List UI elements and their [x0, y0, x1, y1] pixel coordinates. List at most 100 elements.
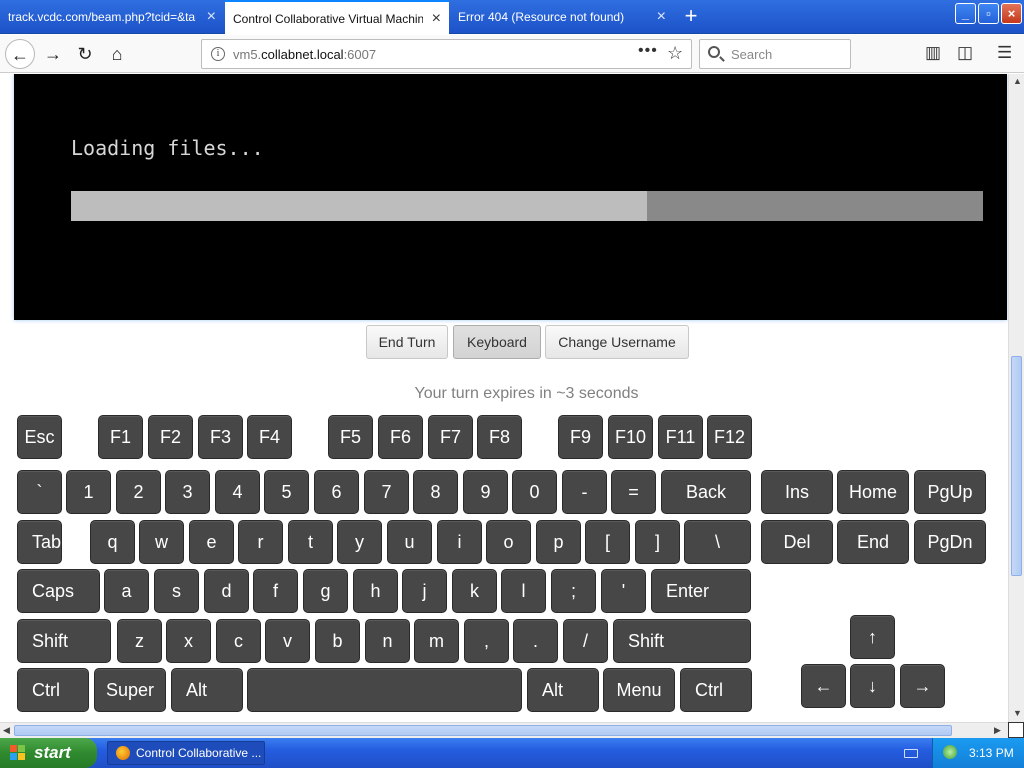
key-1[interactable]: 1 — [66, 470, 111, 514]
end-turn-button[interactable]: End Turn — [366, 325, 448, 359]
key-k[interactable]: k — [452, 569, 497, 613]
key-f[interactable]: f — [253, 569, 298, 613]
key-f6[interactable]: F6 — [378, 415, 423, 459]
key-enter[interactable]: Enter — [651, 569, 751, 613]
key-ctrl[interactable]: Ctrl — [17, 668, 89, 712]
key-arrow-up[interactable]: ↑ — [850, 615, 895, 659]
key-period[interactable]: . — [513, 619, 558, 663]
key-del[interactable]: Del — [761, 520, 833, 564]
key-quote[interactable]: ' — [601, 569, 646, 613]
key-g[interactable]: g — [303, 569, 348, 613]
key-s[interactable]: s — [154, 569, 199, 613]
key-q[interactable]: q — [90, 520, 135, 564]
key-l[interactable]: l — [501, 569, 546, 613]
horizontal-scrollbar[interactable]: ◀ ▶ — [0, 722, 1008, 738]
key-8[interactable]: 8 — [413, 470, 458, 514]
key-f7[interactable]: F7 — [428, 415, 473, 459]
key-comma[interactable]: , — [464, 619, 509, 663]
key-equals[interactable]: = — [611, 470, 656, 514]
back-arrow-icon[interactable]: ← — [5, 39, 35, 69]
key-2[interactable]: 2 — [116, 470, 161, 514]
key-f10[interactable]: F10 — [608, 415, 653, 459]
search-input[interactable]: Search — [699, 39, 851, 69]
key-ins[interactable]: Ins — [761, 470, 833, 514]
key-tab[interactable]: Tab — [17, 520, 62, 564]
key-semicolon[interactable]: ; — [551, 569, 596, 613]
key-f4[interactable]: F4 — [247, 415, 292, 459]
url-bar[interactable]: i vm5.collabnet.local:6007 ••• ☆ — [201, 39, 692, 69]
key-d[interactable]: d — [204, 569, 249, 613]
key-back[interactable]: Back — [661, 470, 751, 514]
tab-control-vm[interactable]: Control Collaborative Virtual Machines! … — [225, 0, 449, 34]
key-alt-right[interactable]: Alt — [527, 668, 599, 712]
key-menu[interactable]: Menu — [603, 668, 675, 712]
key-f1[interactable]: F1 — [98, 415, 143, 459]
key-pgdn[interactable]: PgDn — [914, 520, 986, 564]
vm-screen[interactable]: Loading files... — [14, 74, 1007, 320]
key-f3[interactable]: F3 — [198, 415, 243, 459]
key-shift[interactable]: Shift — [17, 619, 111, 663]
key-backtick[interactable]: ` — [17, 470, 62, 514]
key-r[interactable]: r — [238, 520, 283, 564]
key-f5[interactable]: F5 — [328, 415, 373, 459]
key-e[interactable]: e — [189, 520, 234, 564]
key-arrow-down[interactable]: ↓ — [850, 664, 895, 708]
key-0[interactable]: 0 — [512, 470, 557, 514]
key-f8[interactable]: F8 — [477, 415, 522, 459]
key-home[interactable]: Home — [837, 470, 909, 514]
vertical-scroll-thumb[interactable] — [1011, 356, 1022, 576]
sidebar-icon[interactable]: ◫ — [957, 43, 973, 63]
library-icon[interactable]: ▥ — [925, 43, 941, 63]
key-f11[interactable]: F11 — [658, 415, 703, 459]
scroll-down-icon[interactable]: ▼ — [1013, 708, 1022, 718]
key-3[interactable]: 3 — [165, 470, 210, 514]
start-button[interactable]: start — [0, 738, 97, 768]
key-esc[interactable]: Esc — [17, 415, 62, 459]
horizontal-scroll-thumb[interactable] — [14, 725, 952, 736]
key-open-bracket[interactable]: [ — [585, 520, 630, 564]
key-u[interactable]: u — [387, 520, 432, 564]
key-x[interactable]: x — [166, 619, 211, 663]
key-5[interactable]: 5 — [264, 470, 309, 514]
change-username-button[interactable]: Change Username — [545, 325, 689, 359]
key-o[interactable]: o — [486, 520, 531, 564]
key-b[interactable]: b — [315, 619, 360, 663]
keyboard-button[interactable]: Keyboard — [453, 325, 541, 359]
key-backslash[interactable]: \ — [684, 520, 751, 564]
key-caps[interactable]: Caps — [17, 569, 100, 613]
network-icon[interactable] — [943, 745, 957, 759]
new-tab-icon[interactable]: + — [678, 0, 704, 34]
menu-icon[interactable]: ☰ — [997, 43, 1012, 63]
key-pgup[interactable]: PgUp — [914, 470, 986, 514]
tab-error-404[interactable]: Error 404 (Resource not found) × — [450, 0, 674, 34]
key-a[interactable]: a — [104, 569, 149, 613]
key-close-bracket[interactable]: ] — [635, 520, 680, 564]
bookmark-star-icon[interactable]: ☆ — [667, 43, 683, 64]
key-w[interactable]: w — [139, 520, 184, 564]
key-slash[interactable]: / — [563, 619, 608, 663]
key-arrow-right[interactable]: → — [900, 664, 945, 708]
key-super[interactable]: Super — [94, 668, 166, 712]
taskbar-item-browser[interactable]: Control Collaborative ... — [107, 741, 265, 765]
key-c[interactable]: c — [216, 619, 261, 663]
key-end[interactable]: End — [837, 520, 909, 564]
scroll-up-icon[interactable]: ▲ — [1013, 76, 1022, 86]
home-icon[interactable]: ⌂ — [102, 39, 132, 69]
key-9[interactable]: 9 — [463, 470, 508, 514]
key-6[interactable]: 6 — [314, 470, 359, 514]
key-m[interactable]: m — [414, 619, 459, 663]
key-p[interactable]: p — [536, 520, 581, 564]
tab-close-icon[interactable]: × — [657, 0, 666, 34]
tab-close-icon[interactable]: × — [207, 0, 216, 34]
key-arrow-left[interactable]: ← — [801, 664, 846, 708]
maximize-icon[interactable]: ▫ — [978, 3, 999, 24]
key-minus[interactable]: - — [562, 470, 607, 514]
reload-icon[interactable]: ↻ — [70, 39, 100, 69]
key-7[interactable]: 7 — [364, 470, 409, 514]
key-alt[interactable]: Alt — [171, 668, 243, 712]
forward-arrow-icon[interactable]: → — [38, 39, 68, 69]
key-4[interactable]: 4 — [215, 470, 260, 514]
key-f2[interactable]: F2 — [148, 415, 193, 459]
key-space[interactable] — [247, 668, 522, 712]
key-shift-right[interactable]: Shift — [613, 619, 751, 663]
